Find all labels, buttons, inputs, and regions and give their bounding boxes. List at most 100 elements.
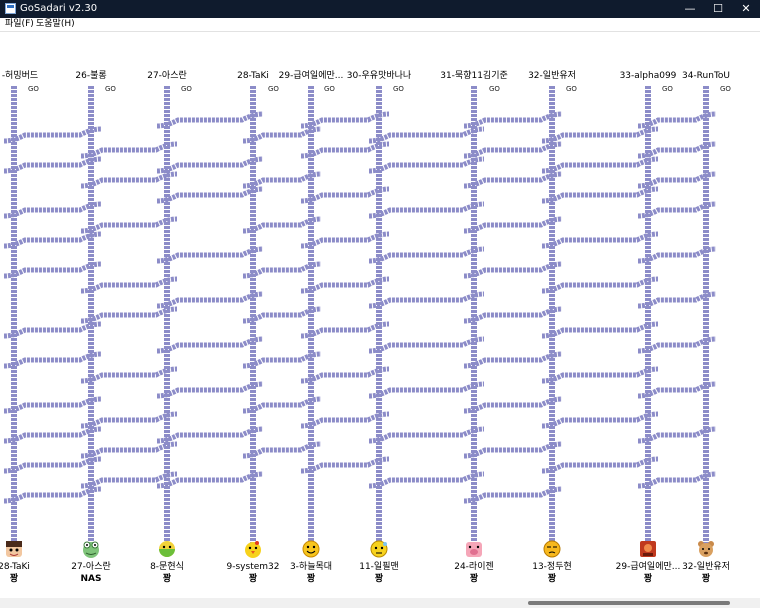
ladder-rung — [368, 336, 485, 354]
ladder-rung — [80, 171, 178, 189]
ladder-rung — [156, 156, 264, 174]
go-button[interactable]: GO — [566, 85, 577, 94]
boy-face-icon — [4, 539, 24, 559]
ladder-rung — [80, 276, 178, 294]
ladder-rung — [541, 321, 659, 339]
ladder-rung — [368, 426, 485, 444]
result-value: 꽝 — [248, 574, 258, 584]
frog-face-icon — [81, 539, 101, 559]
menu-file[interactable]: 파일(F) — [5, 19, 34, 30]
ladder-rung — [300, 411, 390, 429]
menu-help[interactable]: 도움말(H) — [36, 19, 75, 30]
ladder-rung — [156, 246, 264, 264]
go-button[interactable]: GO — [393, 85, 404, 94]
result-value: 꽝 — [162, 574, 172, 584]
yellow-smiley-icon — [301, 539, 321, 559]
app-icon — [5, 3, 16, 14]
ladder-rung — [3, 486, 102, 504]
result-value: NAS — [80, 574, 102, 584]
result-name: 13-정두현 — [532, 562, 572, 572]
horizontal-scrollbar[interactable] — [0, 598, 760, 608]
ladder-rung — [3, 426, 102, 444]
go-button[interactable]: GO — [489, 85, 500, 94]
result-name: 28-TaKi — [0, 562, 30, 572]
ladder-rung — [156, 111, 264, 129]
go-button[interactable]: GO — [324, 85, 335, 94]
ladder-rung — [463, 306, 563, 324]
ladder-rung — [368, 126, 485, 144]
result-value: 꽝 — [9, 574, 19, 584]
ladder-rung — [300, 456, 390, 474]
ladder-rung — [156, 336, 264, 354]
result-value: 꽝 — [547, 574, 557, 584]
go-button[interactable]: GO — [662, 85, 673, 94]
ladder-rung — [368, 291, 485, 309]
ladder-rung — [541, 456, 659, 474]
ladder-board: -허밍버드 GO 26-불롱 GO 27-아스란 GO 28-TaKi GO 29-급여일에만.… — [0, 32, 760, 610]
minimize-button[interactable]: — — [676, 0, 704, 18]
pig-face-icon — [464, 539, 484, 559]
ladder-rung — [3, 396, 102, 414]
ladder-rung — [156, 291, 264, 309]
ladder-rung — [463, 171, 563, 189]
player-label: 34-RunToU — [681, 71, 731, 81]
yellow-chick-icon — [243, 539, 263, 559]
go-button[interactable]: GO — [268, 85, 279, 94]
ladder-rung — [541, 186, 659, 204]
ladder-rung — [300, 366, 390, 384]
player-label: 28-TaKi — [237, 71, 269, 81]
ladder-rung — [300, 321, 390, 339]
ladder-rung — [300, 231, 390, 249]
ladder-rung — [463, 486, 563, 504]
ladder-rung — [3, 126, 102, 144]
player-label: 26-불롱 — [75, 71, 107, 81]
window-title: GoSadari v2.30 — [20, 3, 98, 14]
player-label: 27-아스란 — [147, 71, 187, 81]
ladder-rung — [3, 321, 102, 339]
ladder-rung — [156, 186, 264, 204]
ladder-rung — [3, 156, 102, 174]
ladder-rung — [3, 261, 102, 279]
go-button[interactable]: GO — [720, 85, 731, 94]
ladder-rung — [80, 141, 178, 159]
player-label: 33-alpha099 — [619, 71, 677, 81]
ladder-rung — [300, 141, 390, 159]
ladder-rung — [368, 156, 485, 174]
close-button[interactable]: ✕ — [732, 0, 760, 18]
title-bar: GoSadari v2.30 — ☐ ✕ — [0, 0, 760, 18]
ladder-rung — [463, 141, 563, 159]
tired-smiley-icon — [542, 539, 562, 559]
result-value: 꽝 — [374, 574, 384, 584]
ladder-rung — [368, 471, 485, 489]
ladder-rung — [80, 441, 178, 459]
player-label: 29-급여일에만... — [278, 71, 344, 81]
ladder-rung — [300, 276, 390, 294]
menu-bar: 파일(F) 도움말(H) — [0, 18, 760, 32]
ladder-rung — [463, 216, 563, 234]
bear-icon — [696, 539, 716, 559]
result-name: 27-아스란 — [71, 562, 111, 572]
result-name: 3-하늘목대 — [289, 562, 333, 572]
ladder-rung — [463, 111, 563, 129]
go-button[interactable]: GO — [105, 85, 116, 94]
ladder-rung — [463, 441, 563, 459]
ladder-rung — [3, 351, 102, 369]
go-button[interactable]: GO — [28, 85, 39, 94]
ladder-rung — [80, 216, 178, 234]
ladder-rung — [3, 201, 102, 219]
ladder-rung — [3, 231, 102, 249]
go-button[interactable]: GO — [181, 85, 192, 94]
result-value: 꽝 — [469, 574, 479, 584]
ladder-rung — [368, 201, 485, 219]
ladder-rung — [368, 246, 485, 264]
sweat-smiley-icon — [369, 539, 389, 559]
result-name: 29-급여일에만... — [615, 562, 681, 572]
maximize-button[interactable]: ☐ — [704, 0, 732, 18]
ladder-rung — [541, 411, 659, 429]
result-value: 꽝 — [701, 574, 711, 584]
ladder-rung — [80, 411, 178, 429]
scroll-thumb[interactable] — [528, 601, 730, 605]
result-value: 꽝 — [643, 574, 653, 584]
result-name: 11-일필맨 — [359, 562, 399, 572]
result-name: 24-라이젠 — [454, 562, 494, 572]
